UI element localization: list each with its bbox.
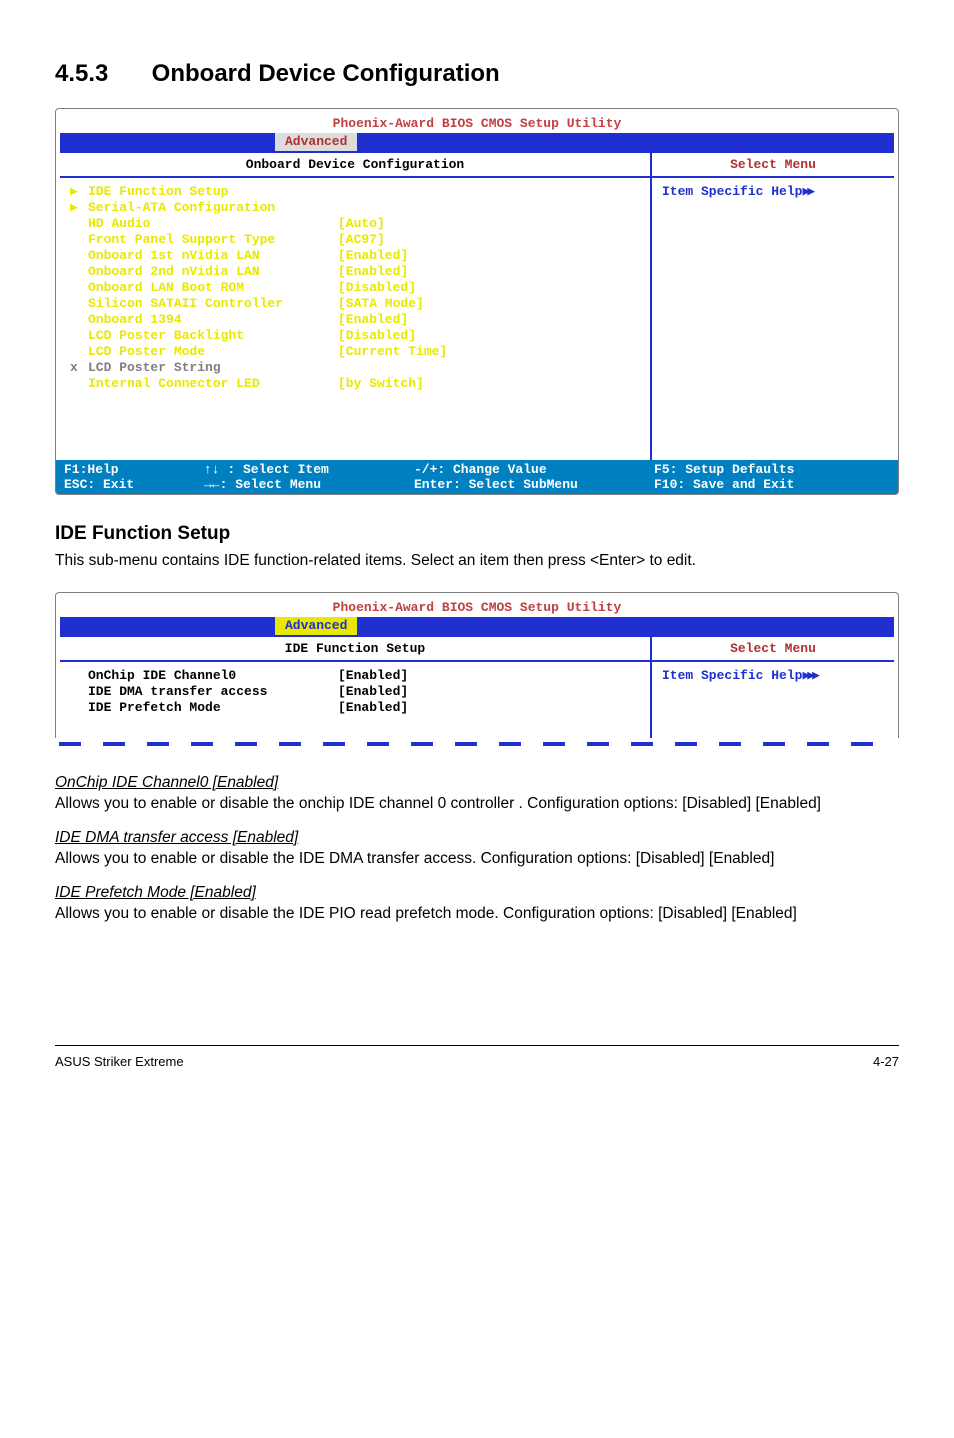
bios-value: [AC97] bbox=[338, 232, 385, 248]
bios-value: [Current Time] bbox=[338, 344, 447, 360]
submenu-marker-icon bbox=[70, 232, 88, 248]
bios-item: Onboard 1394 bbox=[88, 312, 338, 328]
bios-value: [Enabled] bbox=[338, 668, 408, 684]
bios-item: IDE Function Setup bbox=[88, 184, 338, 200]
submenu-marker-icon bbox=[70, 248, 88, 264]
section-title: Onboard Device Configuration bbox=[152, 60, 500, 87]
footer-right: 4-27 bbox=[873, 1054, 899, 1069]
item-body: Allows you to enable or disable the IDE … bbox=[55, 904, 899, 925]
bios-item: IDE DMA transfer access bbox=[88, 684, 338, 700]
bios-item: Onboard 2nd nVidia LAN bbox=[88, 264, 338, 280]
help-text: Item Specific Help bbox=[662, 668, 802, 683]
bios-value: [Enabled] bbox=[338, 264, 408, 280]
arrow-right-icon: ▶▶ bbox=[802, 184, 812, 199]
submenu-marker-icon: ▶ bbox=[70, 200, 88, 216]
bios-item: LCD Poster Mode bbox=[88, 344, 338, 360]
tab-bar: Advanced bbox=[60, 617, 894, 635]
submenu-marker-icon bbox=[70, 296, 88, 312]
bios-value: [Auto] bbox=[338, 216, 385, 232]
bios-value: [by Switch] bbox=[338, 376, 424, 392]
bios-screenshot-2: Phoenix-Award BIOS CMOS Setup Utility Ad… bbox=[55, 592, 899, 738]
right-pane-header: Select Menu bbox=[652, 153, 894, 176]
hint: -/+: Change Value bbox=[414, 462, 654, 477]
bios-value: [Enabled] bbox=[338, 700, 408, 716]
bios-value: [Enabled] bbox=[338, 684, 408, 700]
bios-title: Phoenix-Award BIOS CMOS Setup Utility bbox=[60, 597, 894, 617]
submenu-marker-icon bbox=[70, 376, 88, 392]
bios-item: Onboard 1st nVidia LAN bbox=[88, 248, 338, 264]
hint: →←: Select Menu bbox=[204, 477, 414, 492]
subheading-desc: This sub-menu contains IDE function-rela… bbox=[55, 551, 899, 572]
bios-item-disabled: LCD Poster String bbox=[88, 360, 338, 376]
bios-item: IDE Prefetch Mode bbox=[88, 700, 338, 716]
help-text: Item Specific Help bbox=[662, 184, 802, 199]
hint: ESC: Exit bbox=[64, 477, 204, 492]
footer-left: ASUS Striker Extreme bbox=[55, 1054, 184, 1069]
bios-item: Internal Connector LED bbox=[88, 376, 338, 392]
submenu-marker-icon bbox=[70, 280, 88, 296]
bios-item: Front Panel Support Type bbox=[88, 232, 338, 248]
submenu-marker-icon bbox=[70, 344, 88, 360]
tab-bar: Advanced bbox=[60, 133, 894, 151]
item-body: Allows you to enable or disable the IDE … bbox=[55, 849, 899, 870]
bios-value: [Enabled] bbox=[338, 248, 408, 264]
disabled-marker: x bbox=[70, 360, 88, 376]
bios-screenshot-1: Phoenix-Award BIOS CMOS Setup Utility Ad… bbox=[55, 108, 899, 495]
bios-footer-hints: F1:Help ↑↓ : Select Item -/+: Change Val… bbox=[56, 460, 898, 494]
bios-item: Silicon SATAII Controller bbox=[88, 296, 338, 312]
left-pane-header: Onboard Device Configuration bbox=[60, 153, 650, 176]
subheading-ide: IDE Function Setup bbox=[55, 523, 899, 545]
hint: F10: Save and Exit bbox=[654, 477, 794, 492]
right-pane-header: Select Menu bbox=[652, 637, 894, 660]
bios-item-list: ▶IDE Function Setup ▶Serial-ATA Configur… bbox=[60, 176, 650, 460]
item-title: IDE Prefetch Mode [Enabled] bbox=[55, 884, 899, 902]
bios-value: [SATA Mode] bbox=[338, 296, 424, 312]
bios-item: LCD Poster Backlight bbox=[88, 328, 338, 344]
bios-value: [Disabled] bbox=[338, 280, 416, 296]
help-pane: Item Specific Help▶▶ bbox=[652, 176, 894, 217]
bios-item: OnChip IDE Channel0 bbox=[88, 668, 338, 684]
bios-item: Serial-ATA Configuration bbox=[88, 200, 338, 216]
bios-item: Onboard LAN Boot ROM bbox=[88, 280, 338, 296]
hint: F1:Help bbox=[64, 462, 204, 477]
item-title: OnChip IDE Channel0 [Enabled] bbox=[55, 774, 899, 792]
hint: ↑↓ : Select Item bbox=[204, 462, 414, 477]
submenu-marker-icon bbox=[70, 312, 88, 328]
submenu-marker-icon bbox=[70, 328, 88, 344]
bios-item-list: OnChip IDE Channel0[Enabled] IDE DMA tra… bbox=[60, 660, 650, 738]
submenu-marker-icon: ▶ bbox=[70, 184, 88, 200]
help-pane: Item Specific Help▶▶▶ bbox=[652, 660, 894, 701]
tab-advanced: Advanced bbox=[275, 617, 357, 635]
bios-item: HD Audio bbox=[88, 216, 338, 232]
section-heading: 4.5.3 Onboard Device Configuration bbox=[55, 60, 899, 88]
arrow-right-icon: ▶▶▶ bbox=[802, 668, 816, 683]
item-title: IDE DMA transfer access [Enabled] bbox=[55, 829, 899, 847]
hint: F5: Setup Defaults bbox=[654, 462, 794, 477]
item-body: Allows you to enable or disable the onch… bbox=[55, 794, 899, 815]
section-number: 4.5.3 bbox=[55, 60, 145, 88]
bios-value: [Enabled] bbox=[338, 312, 408, 328]
submenu-marker-icon bbox=[70, 264, 88, 280]
hint: Enter: Select SubMenu bbox=[414, 477, 654, 492]
bios-value: [Disabled] bbox=[338, 328, 416, 344]
page-footer: ASUS Striker Extreme 4-27 bbox=[55, 1045, 899, 1069]
bios-title: Phoenix-Award BIOS CMOS Setup Utility bbox=[60, 113, 894, 133]
submenu-marker-icon bbox=[70, 216, 88, 232]
left-pane-header: IDE Function Setup bbox=[60, 637, 650, 660]
tab-advanced: Advanced bbox=[275, 133, 357, 151]
